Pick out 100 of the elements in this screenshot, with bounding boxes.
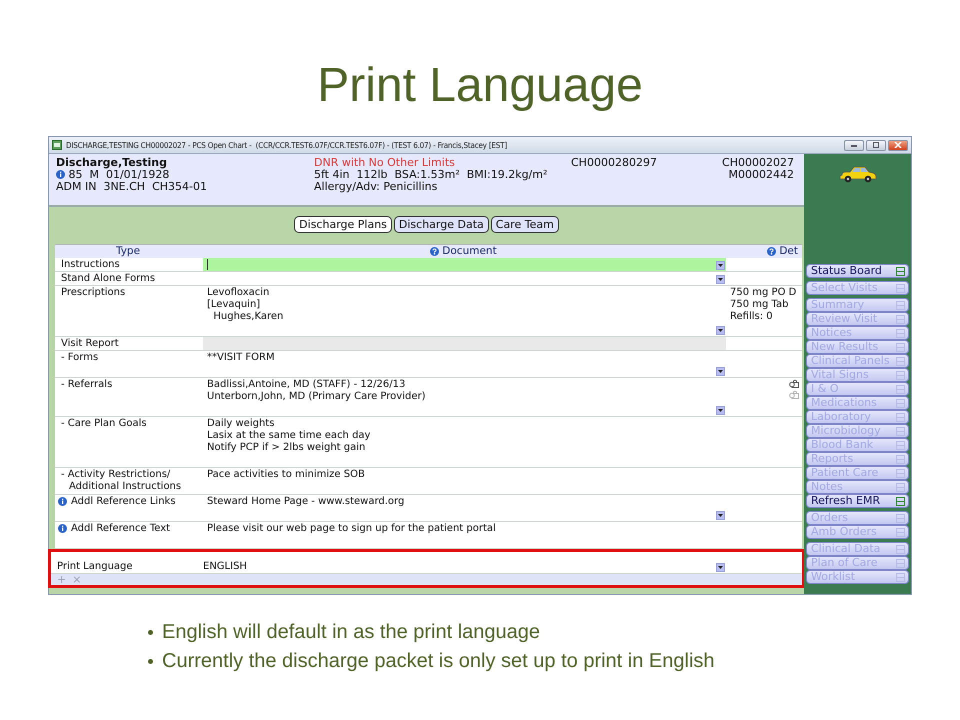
help-icon bbox=[430, 247, 440, 256]
tile-icon bbox=[896, 412, 905, 422]
help-icon bbox=[767, 247, 776, 256]
row-type-label: - Forms bbox=[61, 352, 100, 364]
record-number: CH00002027 bbox=[721, 157, 794, 169]
dropdown-button[interactable] bbox=[716, 563, 725, 572]
bullet-icon bbox=[148, 659, 153, 664]
minimize-button[interactable] bbox=[844, 140, 864, 150]
tab[interactable]: Discharge Data bbox=[394, 216, 489, 233]
caret-icon bbox=[718, 370, 723, 373]
tile-icon bbox=[896, 482, 905, 492]
patient-name: Discharge,Testing bbox=[56, 157, 168, 169]
document-text: **VISIT FORM bbox=[207, 352, 275, 364]
tile-icon bbox=[896, 342, 905, 352]
row-type-label: Addl Reference Text bbox=[71, 523, 170, 535]
minimize-icon bbox=[850, 142, 858, 148]
document-text: Notify PCP if > 2lbs weight gain bbox=[207, 442, 366, 454]
tile-icon bbox=[896, 398, 905, 408]
column-header: Det bbox=[779, 245, 799, 258]
row-type-label: Instructions bbox=[61, 259, 120, 270]
document-text: ENGLISH bbox=[203, 561, 247, 573]
tile-icon bbox=[896, 558, 905, 568]
lock-icon bbox=[789, 390, 799, 399]
tile-icon bbox=[896, 496, 905, 506]
tile-icon bbox=[896, 356, 905, 366]
patient-demographics: 85 M 01/01/1928 bbox=[68, 168, 170, 181]
tile-icon bbox=[896, 426, 905, 436]
tile-icon bbox=[896, 284, 905, 292]
allergy-text: Allergy/Adv: Penicillins bbox=[314, 181, 438, 193]
bullet-text: English will default in as the print language bbox=[162, 621, 540, 644]
account-number: CH0000280297 bbox=[571, 157, 658, 169]
row-type-label: Prescriptions bbox=[61, 287, 126, 298]
row-action[interactable]: × bbox=[72, 574, 82, 585]
slide-title: Print Language bbox=[316, 58, 644, 114]
tile-icon bbox=[896, 528, 905, 536]
tile-icon bbox=[896, 440, 905, 450]
row-action[interactable]: + bbox=[57, 574, 66, 585]
tile-icon bbox=[896, 328, 905, 338]
close-icon bbox=[894, 142, 902, 148]
document-text: Lasix at the same time each day bbox=[207, 430, 370, 442]
caret-icon bbox=[718, 514, 723, 517]
dropdown-button[interactable] bbox=[716, 275, 725, 284]
document-text: Hughes,Karen bbox=[212, 311, 284, 323]
tile-icon bbox=[896, 370, 905, 380]
row-type-label: Addl Reference Links bbox=[71, 496, 176, 508]
column-header: Type bbox=[116, 245, 142, 258]
document-text: [Levaquin] bbox=[207, 299, 260, 311]
bullet-icon bbox=[148, 630, 153, 635]
record-number: M00002442 bbox=[728, 169, 794, 181]
tab[interactable]: Discharge Plans bbox=[294, 216, 392, 233]
sidebar-button[interactable]: Status Board bbox=[806, 264, 909, 278]
caret-icon bbox=[718, 566, 723, 569]
document-text: Unterborn,John, MD (Primary Care Provider) bbox=[207, 391, 426, 403]
tile-icon bbox=[896, 544, 905, 554]
detail-text: Refills: 0 bbox=[730, 311, 774, 323]
row-type-label: Stand Alone Forms bbox=[61, 273, 156, 284]
tile-icon bbox=[896, 266, 905, 276]
tile-icon bbox=[896, 468, 905, 478]
document-text: Pace activities to minimize SOB bbox=[207, 469, 365, 481]
caret-icon bbox=[718, 278, 723, 281]
tab[interactable]: Care Team bbox=[490, 216, 559, 233]
document-text: Steward Home Page - www.steward.org bbox=[207, 496, 404, 508]
dropdown-button[interactable] bbox=[716, 406, 725, 415]
document-text: Daily weights bbox=[207, 418, 274, 430]
car-icon bbox=[838, 164, 876, 184]
dropdown-button[interactable] bbox=[716, 511, 725, 520]
code-status: DNR with No Other Limits bbox=[314, 157, 456, 169]
row-type-label: - Referrals bbox=[61, 379, 114, 391]
caret-icon bbox=[718, 264, 723, 267]
document-text: Badlissi,Antoine, MD (STAFF) - 12/26/13 bbox=[207, 379, 406, 391]
detail-text: 750 mg Tab bbox=[730, 299, 790, 311]
column-header: Document bbox=[442, 245, 498, 258]
tile-icon bbox=[896, 454, 905, 464]
info-icon bbox=[58, 497, 67, 506]
app-icon bbox=[52, 140, 62, 150]
row-type-label: Visit Report bbox=[61, 338, 119, 349]
document-field[interactable] bbox=[203, 258, 726, 271]
lock-icon bbox=[789, 379, 799, 388]
patient-measurements: 5ft 4in 112lb BSA:1.53m² BMI:19.2kg/m² bbox=[314, 169, 548, 181]
sidebar-button[interactable]: Refresh EMR bbox=[806, 494, 909, 508]
dropdown-button[interactable] bbox=[716, 367, 725, 376]
tile-icon bbox=[896, 314, 905, 324]
row-type-label: - Activity Restrictions/ Additional Instructions bbox=[61, 469, 182, 493]
maximize-icon bbox=[872, 142, 880, 148]
row-type-label: - Care Plan Goals bbox=[61, 418, 148, 430]
row-type-label: Print Language bbox=[57, 561, 133, 572]
tile-icon bbox=[896, 300, 905, 310]
dropdown-button[interactable] bbox=[716, 261, 725, 270]
maximize-button[interactable] bbox=[866, 140, 886, 150]
patient-location: ADM IN 3NE.CH CH354-01 bbox=[56, 181, 208, 193]
window-title: DISCHARGE,TESTING CH00002027 - PCS Open Chart - (CCR/CCR.TEST6.07F/CCR.TEST6.07F) - (TEST 6.07) - Francis,Stacey [EST] bbox=[66, 140, 508, 150]
close-button[interactable] bbox=[888, 140, 908, 150]
dropdown-button[interactable] bbox=[716, 326, 725, 335]
info-icon bbox=[56, 170, 65, 179]
tile-icon bbox=[896, 384, 905, 394]
bullet-text: Currently the discharge packet is only set up to print in English bbox=[162, 650, 715, 673]
detail-text: 750 mg PO D bbox=[730, 287, 798, 299]
tile-icon bbox=[896, 572, 905, 582]
document-text: Please visit our web page to sign up for the patient portal bbox=[207, 523, 496, 535]
document-text: Levofloxacin bbox=[207, 287, 270, 299]
